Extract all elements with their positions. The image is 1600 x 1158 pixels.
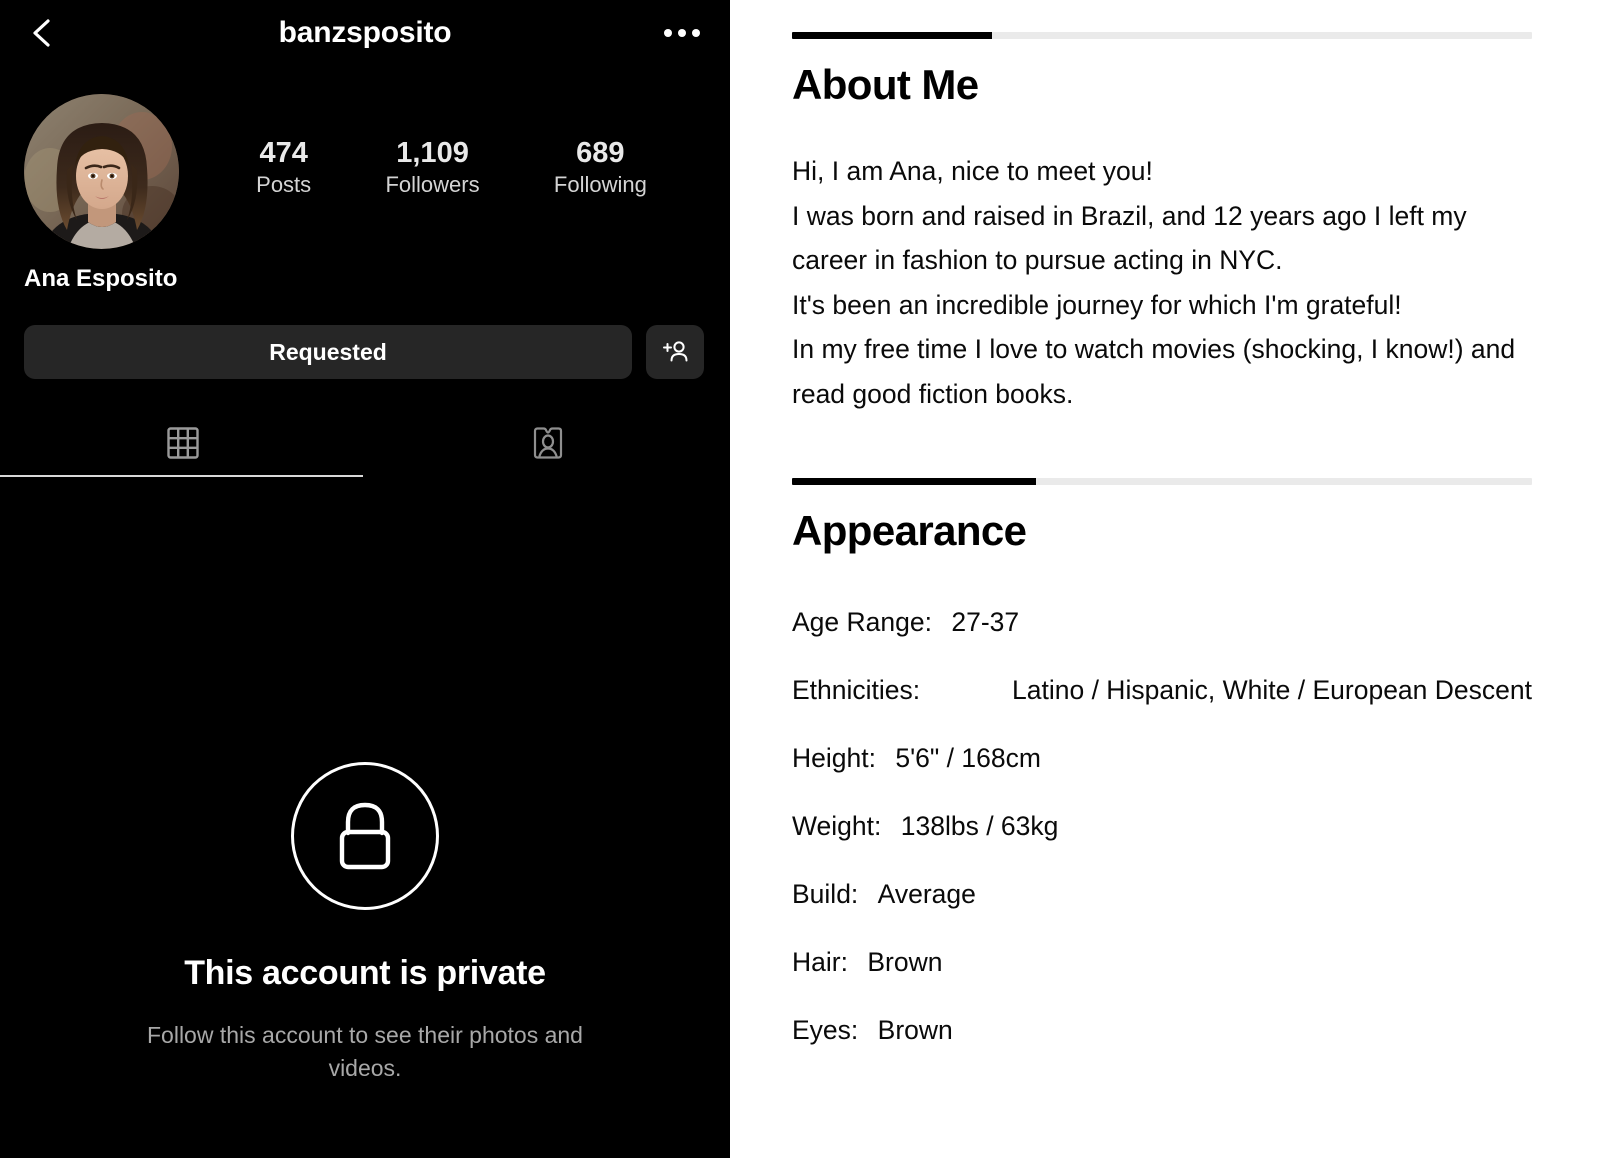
appearance-section-title: Appearance [792, 507, 1027, 555]
more-dot [664, 29, 672, 37]
private-title: This account is private [184, 954, 546, 992]
attribute-value: Brown [867, 946, 943, 977]
stat-following-value: 689 [576, 137, 625, 170]
appearance-progress-fill [792, 478, 1037, 486]
profile-username: banzsposito [278, 16, 452, 49]
about-bio-text: Hi, I am Ana, nice to meet you! I was bo… [792, 149, 1532, 416]
stat-posts[interactable]: 474 Posts [256, 135, 311, 200]
appearance-progress-bar [792, 478, 1532, 486]
tab-grid[interactable] [0, 413, 365, 477]
profile-stats: 474 Posts 1,109 Followers 689 Following [179, 135, 706, 200]
profile-tabs [0, 413, 730, 477]
grid-icon [166, 426, 200, 465]
tagged-id-card-icon [531, 425, 565, 466]
active-tab-indicator [0, 475, 363, 477]
attribute-row-height: Height: 5'6" / 168cm [792, 737, 1532, 780]
attribute-label: Age Range: [792, 607, 932, 638]
attribute-row-weight: Weight: 138lbs / 63kg [792, 805, 1532, 848]
about-progress-fill [792, 32, 992, 39]
attribute-value: 27-37 [951, 607, 1020, 638]
more-dot [678, 29, 686, 37]
attribute-value: Average [877, 878, 976, 909]
attribute-label: Build: [792, 878, 859, 909]
attribute-value: 138lbs / 63kg [900, 810, 1059, 841]
stat-posts-value: 474 [259, 137, 308, 170]
attribute-row-hair: Hair: Brown [792, 941, 1532, 984]
attribute-value: Latino / Hispanic, White / European Desc… [1012, 675, 1532, 706]
profile-topbar: banzsposito [0, 0, 730, 66]
stat-following[interactable]: 689 Following [554, 135, 647, 200]
attribute-label: Weight: [792, 810, 882, 841]
attribute-label: Height: [792, 742, 876, 773]
stat-following-label: Following [553, 172, 647, 198]
stat-followers[interactable]: 1,109 Followers [385, 135, 479, 200]
profile-summary-row: 474 Posts 1,109 Followers 689 Following [0, 66, 730, 249]
profile-avatar[interactable] [24, 94, 179, 249]
attribute-value: Brown [877, 1014, 953, 1045]
attribute-label: Hair: [792, 946, 848, 977]
bio-line: It's been an incredible journey for whic… [792, 289, 1402, 320]
more-dot [692, 29, 700, 37]
tab-tagged[interactable] [365, 413, 730, 477]
attribute-row-age-range: Age Range: 27-37 [792, 601, 1532, 644]
bio-line: I was born and raised in Brazil, and 12 … [792, 200, 1467, 276]
stat-followers-label: Followers [385, 172, 480, 198]
app-screen: banzsposito 474 Posts 1,109 Followers 68… [0, 0, 1600, 1158]
attribute-value: 5'6" / 168cm [895, 742, 1041, 773]
profile-detail-panel: About Me Hi, I am Ana, nice to meet you!… [730, 0, 1600, 1158]
about-section-title: About Me [792, 61, 979, 108]
profile-action-buttons: Requested [0, 293, 730, 379]
requested-button[interactable]: Requested [24, 325, 632, 379]
private-subtitle: Follow this account to see their photos … [147, 1022, 583, 1081]
appearance-attributes: Age Range: 27-37 Ethnicities: Latino / H… [792, 601, 1532, 1051]
lock-icon [291, 762, 439, 910]
attribute-row-build: Build: Average [792, 873, 1532, 916]
bio-line: In my free time I love to watch movies (… [792, 334, 1516, 409]
profile-full-name: Ana Esposito [24, 265, 178, 292]
more-options-icon[interactable] [664, 29, 704, 37]
stat-followers-value: 1,109 [396, 137, 469, 170]
attribute-label: Eyes: [792, 1014, 859, 1045]
private-account-notice: This account is private Follow this acco… [0, 762, 730, 1084]
instagram-profile-panel: banzsposito 474 Posts 1,109 Followers 68… [0, 0, 730, 1158]
about-progress-bar [792, 32, 1532, 39]
attribute-row-ethnicities: Ethnicities: Latino / Hispanic, White / … [792, 669, 1532, 712]
stat-posts-label: Posts [256, 172, 312, 198]
add-person-icon[interactable] [646, 325, 704, 379]
attribute-label: Ethnicities: [792, 675, 921, 706]
attribute-row-eyes: Eyes: Brown [792, 1009, 1532, 1052]
bio-line: Hi, I am Ana, nice to meet you! [792, 156, 1153, 186]
